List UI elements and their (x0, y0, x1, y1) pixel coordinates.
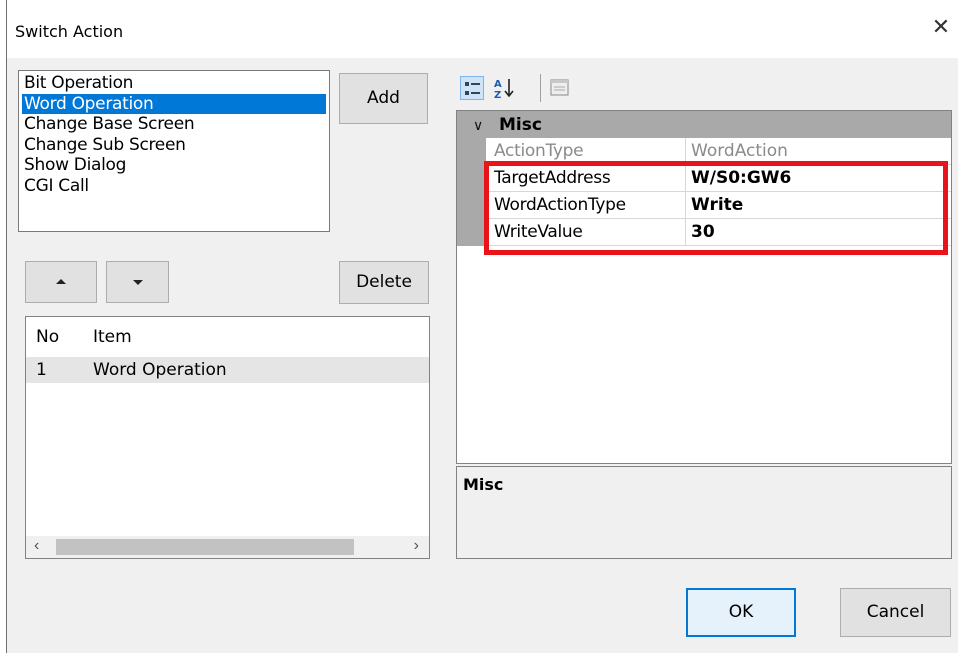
table-header: No Item (26, 327, 429, 355)
column-header-no[interactable]: No (36, 327, 59, 347)
close-icon[interactable]: ✕ (927, 14, 955, 42)
move-up-button[interactable] (25, 261, 97, 303)
title-bar: Switch Action ✕ (7, 0, 958, 58)
alphabetical-sort-icon[interactable]: A Z (492, 76, 516, 101)
dialog-title: Switch Action (15, 22, 124, 41)
action-item-change-sub-screen[interactable]: Change Sub Screen (22, 135, 329, 156)
table-row[interactable]: 1 Word Operation (26, 357, 429, 383)
move-down-button[interactable] (106, 261, 169, 303)
action-item-word-operation[interactable]: Word Operation (22, 93, 326, 114)
property-grid-toolbar: A Z (456, 70, 606, 106)
chevron-down-icon[interactable]: ∨ (473, 117, 483, 134)
scroll-left-icon[interactable]: ‹ (34, 537, 39, 555)
categorized-view-icon[interactable] (460, 76, 484, 100)
scroll-right-icon[interactable]: › (414, 537, 419, 555)
ok-button[interactable]: OK (686, 588, 796, 637)
property-pages-icon[interactable] (548, 76, 572, 100)
horizontal-scrollbar[interactable]: ‹ › (26, 536, 429, 558)
add-button[interactable]: Add (339, 73, 428, 124)
action-item-bit-operation[interactable]: Bit Operation (22, 73, 329, 94)
svg-text:Z: Z (494, 90, 501, 100)
toolbar-separator (540, 74, 541, 102)
description-title: Misc (463, 475, 504, 494)
action-type-list[interactable]: Bit Operation Word Operation Change Base… (18, 70, 330, 232)
cancel-button[interactable]: Cancel (840, 588, 951, 637)
row-no: 1 (36, 360, 47, 380)
property-gutter (457, 138, 486, 246)
property-description-panel: Misc (456, 466, 952, 559)
category-row-misc[interactable]: ∨ Misc (457, 111, 951, 138)
row-item: Word Operation (93, 360, 227, 380)
arrow-down-icon (132, 280, 143, 285)
action-item-change-base-screen[interactable]: Change Base Screen (22, 114, 329, 135)
action-item-table[interactable]: No Item 1 Word Operation ‹ › (25, 316, 430, 559)
highlight-box (484, 161, 948, 255)
category-label: Misc (499, 115, 542, 135)
arrow-up-icon (56, 279, 66, 284)
action-item-show-dialog[interactable]: Show Dialog (22, 155, 329, 176)
scrollbar-thumb[interactable] (56, 539, 354, 555)
delete-button[interactable]: Delete (339, 261, 429, 304)
column-header-item[interactable]: Item (93, 327, 132, 347)
svg-text:A: A (494, 79, 502, 90)
action-item-cgi-call[interactable]: CGI Call (22, 176, 329, 197)
